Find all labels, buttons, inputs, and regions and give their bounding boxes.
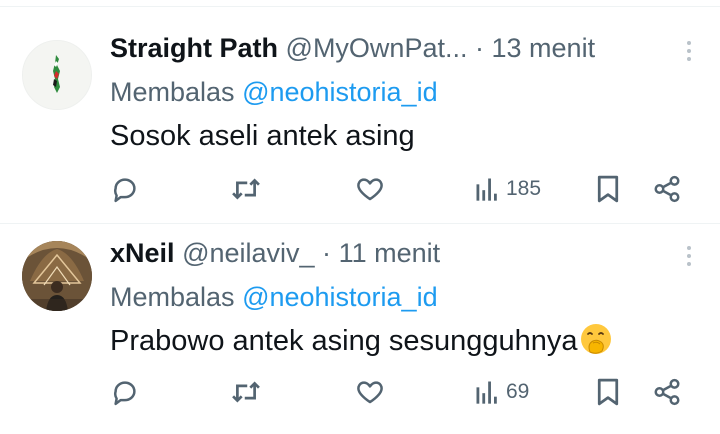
replying-to: Membalas @neohistoria_id	[110, 280, 438, 314]
reply-icon[interactable]	[110, 372, 140, 412]
tweet-text: Prabowo antek asing sesungguhnya	[110, 325, 578, 357]
reply-mention-link[interactable]: @neohistoria_id	[242, 282, 438, 312]
reply-tweet[interactable]: Straight Path @MyOwnPat... · 13 menit Me…	[0, 7, 720, 224]
reply-tweet[interactable]: xNeil @neilaviv_ · 11 menit Membalas @ne…	[0, 224, 720, 434]
more-icon[interactable]	[686, 246, 692, 270]
display-name[interactable]: xNeil	[110, 238, 175, 268]
share-icon[interactable]	[652, 372, 682, 412]
bookmark-icon[interactable]	[595, 169, 621, 209]
action-bar: 185	[0, 169, 720, 209]
avatar[interactable]	[22, 40, 92, 110]
tweet-header: Straight Path @MyOwnPat... · 13 menit	[110, 31, 595, 65]
views-icon	[476, 178, 497, 201]
replying-label: Membalas	[110, 282, 235, 312]
like-icon[interactable]	[355, 169, 385, 209]
top-divider	[0, 0, 720, 7]
like-icon[interactable]	[355, 372, 385, 412]
map-flag-image	[23, 41, 91, 109]
bookmark-icon[interactable]	[595, 372, 621, 412]
view-count: 185	[506, 177, 542, 200]
profile-photo	[22, 241, 92, 311]
handle[interactable]: @neilaviv_	[182, 238, 314, 268]
timestamp[interactable]: 13 menit	[492, 33, 596, 63]
views-icon	[476, 381, 497, 404]
retweet-icon[interactable]	[230, 169, 262, 209]
reply-icon[interactable]	[110, 169, 140, 209]
tweet-header: xNeil @neilaviv_ · 11 menit	[110, 236, 440, 270]
share-icon[interactable]	[652, 169, 682, 209]
action-bar: 69	[0, 372, 720, 412]
separator: ·	[475, 33, 484, 63]
separator: ·	[322, 238, 332, 268]
replying-label: Membalas	[110, 77, 235, 107]
tweet-text-line: Prabowo antek asing sesungguhnya	[110, 322, 613, 365]
replying-to: Membalas @neohistoria_id	[110, 75, 438, 109]
more-icon[interactable]	[686, 41, 692, 65]
avatar[interactable]	[22, 241, 92, 311]
timestamp[interactable]: 11 menit	[339, 238, 441, 268]
views-button[interactable]: 69	[474, 372, 529, 412]
retweet-icon[interactable]	[230, 372, 262, 412]
handle[interactable]: @MyOwnPat...	[286, 33, 468, 63]
view-count: 69	[506, 380, 530, 403]
display-name[interactable]: Straight Path	[110, 33, 278, 63]
reply-mention-link[interactable]: @neohistoria_id	[242, 77, 438, 107]
tweet-text: Sosok aseli antek asing	[110, 120, 415, 152]
face-with-hand-over-mouth-icon	[579, 322, 613, 365]
views-button[interactable]: 185	[474, 169, 541, 209]
